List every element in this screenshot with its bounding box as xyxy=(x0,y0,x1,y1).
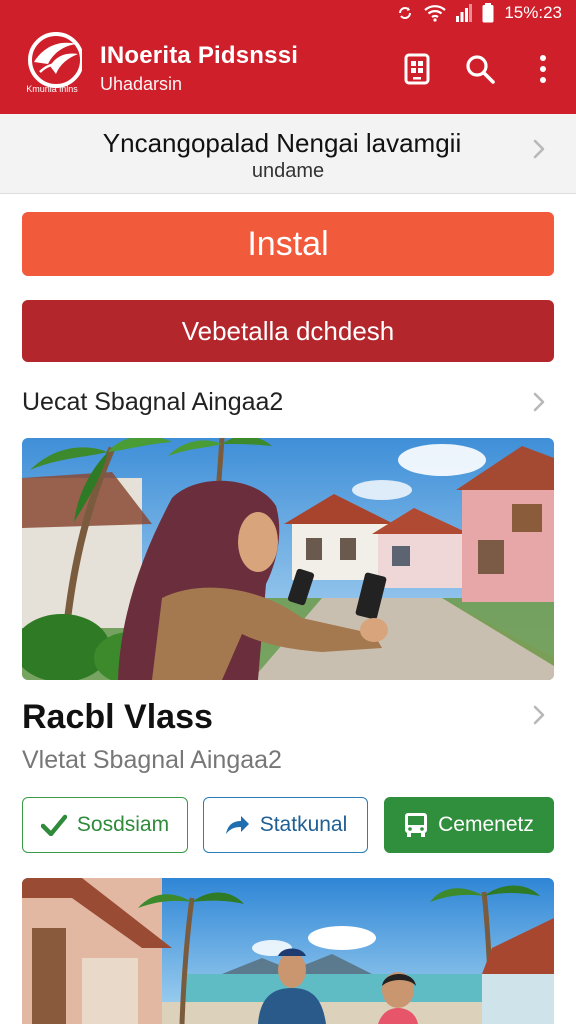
location-title: Yncangopalad Nengai lavamgii xyxy=(102,128,462,158)
more-vertical-icon xyxy=(540,55,546,83)
action-button-confirm[interactable]: Sosdsiam xyxy=(22,797,188,853)
signal-icon xyxy=(456,4,473,22)
battery-icon xyxy=(482,3,494,23)
app-list-button[interactable] xyxy=(401,52,433,86)
more-menu-button[interactable] xyxy=(527,52,559,86)
chevron-right-icon xyxy=(533,392,545,412)
bus-icon xyxy=(405,813,428,837)
app-list-icon xyxy=(404,53,430,85)
beach-village-photo[interactable] xyxy=(22,878,554,1024)
action-label: Cemenetz xyxy=(438,813,534,836)
chevron-right-icon[interactable] xyxy=(532,704,546,726)
search-icon xyxy=(466,55,495,84)
action-button-transport[interactable]: Cemenetz xyxy=(384,797,554,853)
logo-caption: Kmunia lnlns xyxy=(26,84,78,94)
check-icon xyxy=(40,814,67,836)
action-button-share[interactable]: Statkunal xyxy=(203,797,368,853)
card-title: Racbl Vlass xyxy=(22,698,213,736)
sync-icon xyxy=(396,4,414,22)
status-time: 15%:23 xyxy=(504,3,562,22)
status-bar: 15%:23 xyxy=(396,2,562,24)
share-icon xyxy=(225,816,249,834)
card-subtitle: Vletat Sbagnal Aingaa2 xyxy=(22,746,282,774)
list-item-label: Uecat Sbagnal Aingaa2 xyxy=(22,387,284,416)
brand-block: INoerita Pidsnssi Uhadarsin xyxy=(100,42,298,95)
wifi-icon xyxy=(424,4,447,22)
install-button[interactable]: Instal xyxy=(22,212,554,276)
brand-subtitle: Uhadarsin xyxy=(100,74,183,94)
chevron-right-icon xyxy=(533,139,545,159)
location-banner[interactable]: Yncangopalad Nengai lavamgii undame xyxy=(0,114,576,194)
search-button[interactable] xyxy=(464,52,496,86)
app-header: 15%:23 Kmunia lnlns INoerita Pidsnssi Uh… xyxy=(0,0,576,114)
brand-title: INoerita Pidsnssi xyxy=(100,42,299,69)
palm-leaf-logo-icon xyxy=(28,32,82,88)
action-label: Sosdsiam xyxy=(76,813,170,836)
location-subtitle: undame xyxy=(251,160,325,182)
app-screen: 15%:23 Kmunia lnlns INoerita Pidsnssi Uh… xyxy=(0,0,576,1024)
village-photo[interactable] xyxy=(22,438,554,680)
website-button[interactable]: Vebetalla dchdesh xyxy=(22,300,554,362)
app-logo[interactable]: Kmunia lnlns xyxy=(18,32,86,100)
action-label: Statkunal xyxy=(259,813,348,836)
list-item-link[interactable]: Uecat Sbagnal Aingaa2 xyxy=(22,384,554,420)
